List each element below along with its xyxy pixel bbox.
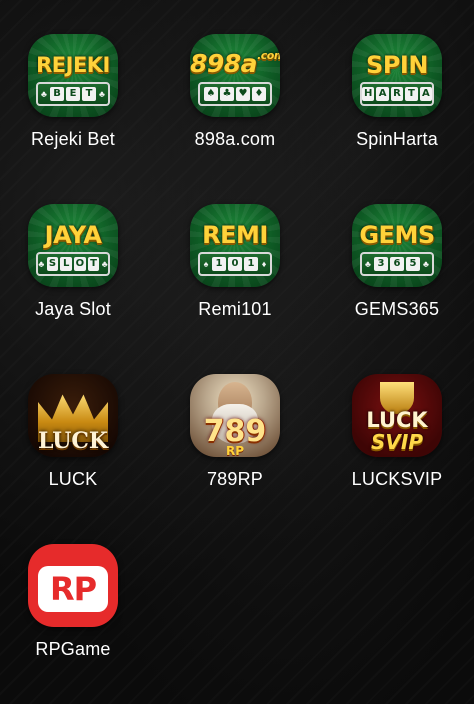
plate-char: ♣: [365, 259, 371, 269]
plate-char: 5: [406, 257, 420, 271]
spinharta-icon-title: SPIN: [366, 51, 428, 79]
plate-char: ♣: [423, 259, 429, 269]
remi101-icon-title: REMI: [202, 221, 268, 249]
app-label: RPGame: [35, 639, 111, 659]
plate-char: T: [82, 87, 96, 101]
plate-char: R: [390, 87, 404, 101]
789rp-icon-subtitle: RP: [225, 444, 245, 457]
app-label: Rejeki Bet: [30, 129, 116, 149]
plate-char: ♣: [41, 89, 47, 99]
plate-char: ♣: [101, 259, 108, 269]
app-gems365[interactable]: GEMS ♣ 3 6 5 ♣ GEMS365: [317, 170, 474, 320]
app-lucksvip[interactable]: LUCK SVIP LUCKSVIP: [317, 340, 474, 490]
rpgame-icon-title: RP: [38, 566, 108, 612]
plate-char: ♦: [252, 87, 266, 101]
plate-char: 0: [228, 257, 242, 271]
plate-char: H: [361, 87, 375, 101]
app-label: Remi101: [198, 299, 272, 319]
plate-char: L: [60, 257, 72, 271]
plate-char: T: [405, 87, 418, 101]
rpgame-icon[interactable]: RP: [28, 544, 118, 627]
luck-icon[interactable]: LUCK: [28, 374, 118, 457]
app-jaya-slot[interactable]: JAYA ♣ S L O T ♣ Jaya Slot: [0, 170, 153, 320]
lucksvip-icon-title-top: LUCK: [366, 408, 428, 432]
plate-char: T: [87, 257, 100, 271]
app-label: Jaya Slot: [35, 299, 111, 319]
app-label: LUCK: [48, 469, 98, 489]
plate-char: O: [74, 257, 86, 271]
rejeki-bet-icon[interactable]: REJEKI ♣ B E T ♣: [28, 34, 118, 117]
jaya-slot-icon-plate: ♣ S L O T ♣: [36, 252, 110, 276]
app-898a-com[interactable]: 898a.com ♠ ♣ ♥ ♦ 898a.com: [155, 0, 315, 150]
app-789rp[interactable]: 789 RP 789RP: [155, 340, 315, 490]
plate-char: ♥: [236, 87, 250, 101]
remi101-icon-plate: ♠ 1 0 1 ♦: [198, 252, 272, 276]
789rp-icon[interactable]: 789 RP: [190, 374, 280, 457]
plate-char: ♣: [220, 87, 234, 101]
app-rpgame[interactable]: RP RPGame: [0, 510, 153, 660]
plate-char: ♠: [204, 87, 218, 101]
remi101-icon[interactable]: REMI ♠ 1 0 1 ♦: [190, 204, 280, 287]
app-label: 898a.com: [194, 129, 276, 149]
app-label: SpinHarta: [356, 129, 438, 149]
rejeki-bet-icon-title: REJEKI: [36, 53, 110, 77]
jaya-slot-icon[interactable]: JAYA ♣ S L O T ♣: [28, 204, 118, 287]
lucksvip-icon-title-bottom: SVIP: [371, 430, 423, 454]
plate-char: ♦: [261, 259, 267, 269]
898a-com-icon-plate: ♠ ♣ ♥ ♦: [198, 82, 272, 106]
898a-com-icon-title: 898a.com: [190, 49, 280, 78]
jaya-slot-icon-title: JAYA: [44, 221, 102, 249]
spinharta-icon-plate: H A R T A: [360, 82, 434, 106]
app-remi101[interactable]: REMI ♠ 1 0 1 ♦ Remi101: [155, 170, 315, 320]
app-grid: REJEKI ♣ B E T ♣ Rejeki Bet 898a.com ♠ ♣…: [0, 0, 474, 704]
app-luck[interactable]: LUCK LUCK: [0, 340, 153, 490]
app-label: GEMS365: [354, 299, 440, 319]
app-spinharta[interactable]: SPIN H A R T A SpinHarta: [317, 0, 474, 150]
plate-char: 1: [244, 257, 258, 271]
gems365-icon-title: GEMS: [359, 221, 435, 249]
spinharta-icon[interactable]: SPIN H A R T A: [352, 34, 442, 117]
plate-char: ♠: [203, 259, 209, 269]
plate-char: A: [376, 87, 389, 101]
plate-char: A: [419, 87, 433, 101]
plate-char: S: [46, 257, 59, 271]
rejeki-bet-icon-plate: ♣ B E T ♣: [36, 82, 110, 106]
plate-char: ♣: [99, 89, 105, 99]
plate-char: E: [66, 87, 80, 101]
app-label: LUCKSVIP: [351, 469, 443, 489]
898a-com-icon[interactable]: 898a.com ♠ ♣ ♥ ♦: [190, 34, 280, 117]
plate-char: ♣: [38, 259, 45, 269]
app-rejeki-bet[interactable]: REJEKI ♣ B E T ♣ Rejeki Bet: [0, 0, 153, 150]
plate-char: 3: [374, 257, 388, 271]
plate-char: 1: [212, 257, 226, 271]
app-label: 789RP: [206, 469, 264, 489]
luck-icon-title: LUCK: [37, 428, 109, 454]
plate-char: B: [50, 87, 64, 101]
gems365-icon-plate: ♣ 3 6 5 ♣: [360, 252, 434, 276]
gems365-icon[interactable]: GEMS ♣ 3 6 5 ♣: [352, 204, 442, 287]
lucksvip-icon[interactable]: LUCK SVIP: [352, 374, 442, 457]
plate-char: 6: [390, 257, 404, 271]
